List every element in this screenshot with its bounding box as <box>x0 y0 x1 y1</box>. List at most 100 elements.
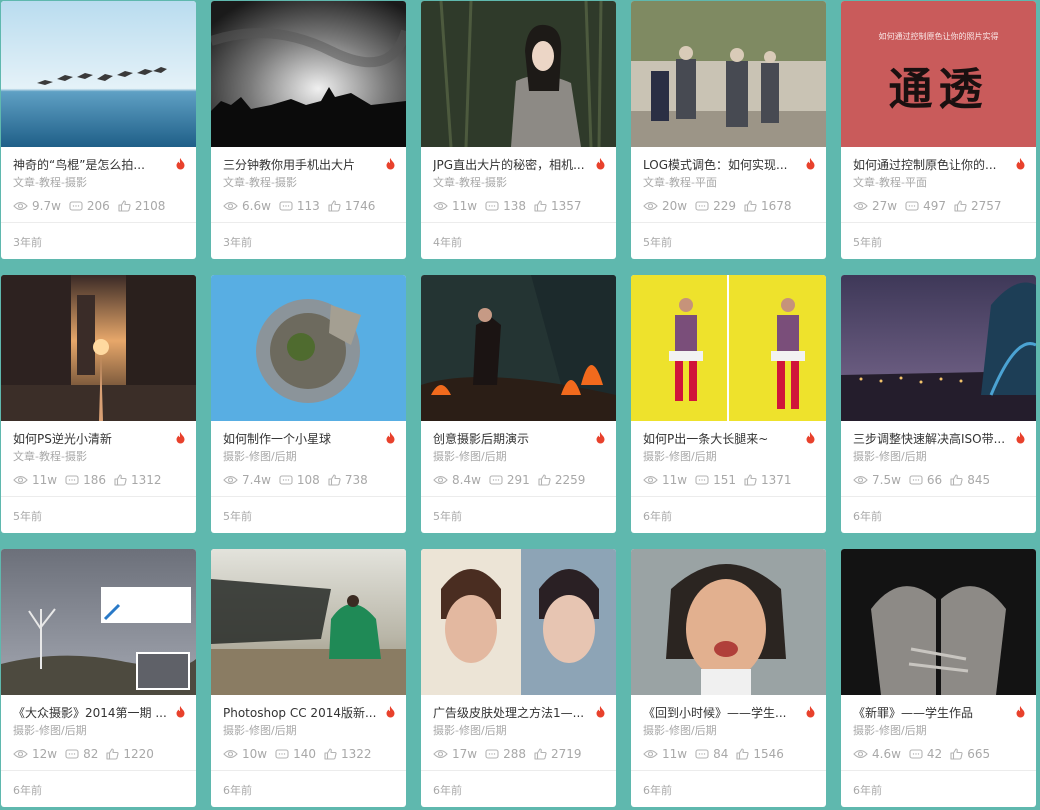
likes-count: 665 <box>967 747 991 761</box>
card-title[interactable]: 如何P出一条大长腿来~ <box>643 430 805 447</box>
comments-stat: 186 <box>65 473 106 487</box>
card-title[interactable]: 三步调整快速解决高ISO带... <box>853 430 1015 447</box>
card-title[interactable]: 广告级皮肤处理之方法1—... <box>433 704 595 721</box>
card-title-row[interactable]: 如何PS逆光小清新 <box>13 429 186 447</box>
thumbnail-image[interactable] <box>421 549 616 695</box>
card-title-row[interactable]: 神奇的“鸟棍”是怎么拍... <box>13 155 186 173</box>
article-card[interactable]: 广告级皮肤处理之方法1—... 摄影-修图/后期 17w 288 2719 6年… <box>421 549 616 807</box>
card-time: 5年前 <box>13 510 42 523</box>
eye-icon <box>223 749 238 759</box>
thumbnail-image[interactable] <box>841 549 1036 695</box>
card-title[interactable]: 创意摄影后期演示 <box>433 430 595 447</box>
comments-count: 206 <box>86 199 110 213</box>
card-title[interactable]: 神奇的“鸟棍”是怎么拍... <box>13 156 175 173</box>
article-card[interactable]: 如何PS逆光小清新 文章-教程-摄影 11w 186 1312 5年前 <box>1 275 196 533</box>
card-title-row[interactable]: 《新罪》——学生作品 <box>853 703 1026 721</box>
article-card[interactable]: Photoshop CC 2014版新... 摄影-修图/后期 10w 140 … <box>211 549 406 807</box>
likes-stat[interactable]: 2719 <box>534 747 582 761</box>
thumbnail-image[interactable] <box>211 1 406 147</box>
card-category: 摄影-修图/后期 <box>853 450 927 463</box>
thumbnail-image[interactable]: 如何通过控制原色让你的照片实得 通透 <box>841 1 1036 147</box>
card-title[interactable]: 《回到小时候》——学生... <box>643 704 805 721</box>
thumbnail-image[interactable] <box>211 275 406 421</box>
article-card[interactable]: 如何P出一条大长腿来~ 摄影-修图/后期 11w 151 1371 6年前 <box>631 275 826 533</box>
likes-stat[interactable]: 1312 <box>114 473 162 487</box>
thumbnail-image[interactable] <box>421 1 616 147</box>
card-title-row[interactable]: 如何P出一条大长腿来~ <box>643 429 816 447</box>
likes-stat[interactable]: 845 <box>950 473 990 487</box>
likes-stat[interactable]: 2757 <box>954 199 1002 213</box>
card-category: 文章-教程-平面 <box>853 176 927 189</box>
article-card[interactable]: 三步调整快速解决高ISO带... 摄影-修图/后期 7.5w 66 845 6年… <box>841 275 1036 533</box>
card-title[interactable]: 《大众摄影》2014第一期 ... <box>13 704 175 721</box>
views-count: 9.7w <box>32 199 61 213</box>
likes-stat[interactable]: 1746 <box>328 199 375 213</box>
thumbnail-image[interactable] <box>631 275 826 421</box>
card-category: 摄影-修图/后期 <box>643 724 717 737</box>
eye-icon <box>13 475 28 485</box>
article-card[interactable]: 如何通过控制原色让你的照片实得 通透 如何通过控制原色让你的... 文章-教程-… <box>841 1 1036 259</box>
card-title-row[interactable]: 如何制作一个小星球 <box>223 429 396 447</box>
card-title-row[interactable]: LOG模式调色：如何实现... <box>643 155 816 173</box>
views-stat: 6.6w <box>223 199 271 213</box>
article-card[interactable]: 《大众摄影》2014第一期 ... 摄影-修图/后期 12w 82 1220 6… <box>1 549 196 807</box>
card-title[interactable]: 如何PS逆光小清新 <box>13 430 175 447</box>
card-title-row[interactable]: 《大众摄影》2014第一期 ... <box>13 703 186 721</box>
likes-stat[interactable]: 738 <box>328 473 368 487</box>
card-title-row[interactable]: 三分钟教你用手机出大片 <box>223 155 396 173</box>
views-count: 11w <box>662 747 688 761</box>
thumbnail-image[interactable] <box>631 1 826 147</box>
card-category: 摄影-修图/后期 <box>223 450 297 463</box>
thumbnail-image[interactable] <box>631 549 826 695</box>
card-title[interactable]: 如何通过控制原色让你的... <box>853 156 1015 173</box>
article-card[interactable]: 如何制作一个小星球 摄影-修图/后期 7.4w 108 738 5年前 <box>211 275 406 533</box>
article-card[interactable]: JPG直出大片的秘密，相机... 文章-教程-摄影 11w 138 1357 4… <box>421 1 616 259</box>
likes-stat[interactable]: 665 <box>950 747 990 761</box>
card-stats: 7.5w 66 845 <box>853 472 998 488</box>
thumbnail-calligraphy: 通透 <box>888 64 989 115</box>
card-title-row[interactable]: 《回到小时候》——学生... <box>643 703 816 721</box>
likes-stat[interactable]: 1678 <box>744 199 792 213</box>
card-title[interactable]: Photoshop CC 2014版新... <box>223 704 385 721</box>
card-category: 摄影-修图/后期 <box>13 724 87 737</box>
card-title-row[interactable]: 三步调整快速解决高ISO带... <box>853 429 1026 447</box>
thumbnail-image[interactable] <box>1 549 196 695</box>
likes-stat[interactable]: 1371 <box>744 473 792 487</box>
article-card[interactable]: 三分钟教你用手机出大片 文章-教程-摄影 6.6w 113 1746 3年前 <box>211 1 406 259</box>
fire-icon <box>386 706 395 718</box>
likes-stat[interactable]: 1546 <box>736 747 784 761</box>
likes-stat[interactable]: 1220 <box>106 747 154 761</box>
thumbnail-image[interactable] <box>421 275 616 421</box>
card-title-row[interactable]: Photoshop CC 2014版新... <box>223 703 396 721</box>
article-card[interactable]: 《新罪》——学生作品 摄影-修图/后期 4.6w 42 665 6年前 <box>841 549 1036 807</box>
likes-stat[interactable]: 1357 <box>534 199 582 213</box>
likes-stat[interactable]: 2108 <box>118 199 165 213</box>
thumbnail-image[interactable] <box>1 1 196 147</box>
article-card[interactable]: 神奇的“鸟棍”是怎么拍... 文章-教程-摄影 9.7w 206 2108 3年… <box>1 1 196 259</box>
card-title-row[interactable]: 创意摄影后期演示 <box>433 429 606 447</box>
card-title[interactable]: JPG直出大片的秘密，相机... <box>433 156 595 173</box>
card-time: 6年前 <box>643 784 672 797</box>
card-title[interactable]: 如何制作一个小星球 <box>223 430 385 447</box>
likes-count: 1357 <box>551 199 582 213</box>
card-title-row[interactable]: 如何通过控制原色让你的... <box>853 155 1026 173</box>
views-stat: 8.4w <box>433 473 481 487</box>
likes-stat[interactable]: 2259 <box>538 473 585 487</box>
card-title-row[interactable]: 广告级皮肤处理之方法1—... <box>433 703 606 721</box>
article-card[interactable]: 创意摄影后期演示 摄影-修图/后期 8.4w 291 2259 5年前 <box>421 275 616 533</box>
card-stats: 11w 151 1371 <box>643 472 800 488</box>
comments-stat: 151 <box>695 473 736 487</box>
thumbnail-image[interactable] <box>1 275 196 421</box>
thumbnail-image[interactable] <box>211 549 406 695</box>
article-card[interactable]: LOG模式调色：如何实现... 文章-教程-平面 20w 229 1678 5年… <box>631 1 826 259</box>
card-title[interactable]: 三分钟教你用手机出大片 <box>223 156 385 173</box>
views-stat: 4.6w <box>853 747 901 761</box>
likes-stat[interactable]: 1322 <box>324 747 372 761</box>
card-title[interactable]: LOG模式调色：如何实现... <box>643 156 805 173</box>
thumbnail-image[interactable] <box>841 275 1036 421</box>
card-time: 6年前 <box>853 784 882 797</box>
card-title-row[interactable]: JPG直出大片的秘密，相机... <box>433 155 606 173</box>
card-title[interactable]: 《新罪》——学生作品 <box>853 704 1015 721</box>
article-card[interactable]: 《回到小时候》——学生... 摄影-修图/后期 11w 84 1546 6年前 <box>631 549 826 807</box>
views-count: 7.5w <box>872 473 901 487</box>
